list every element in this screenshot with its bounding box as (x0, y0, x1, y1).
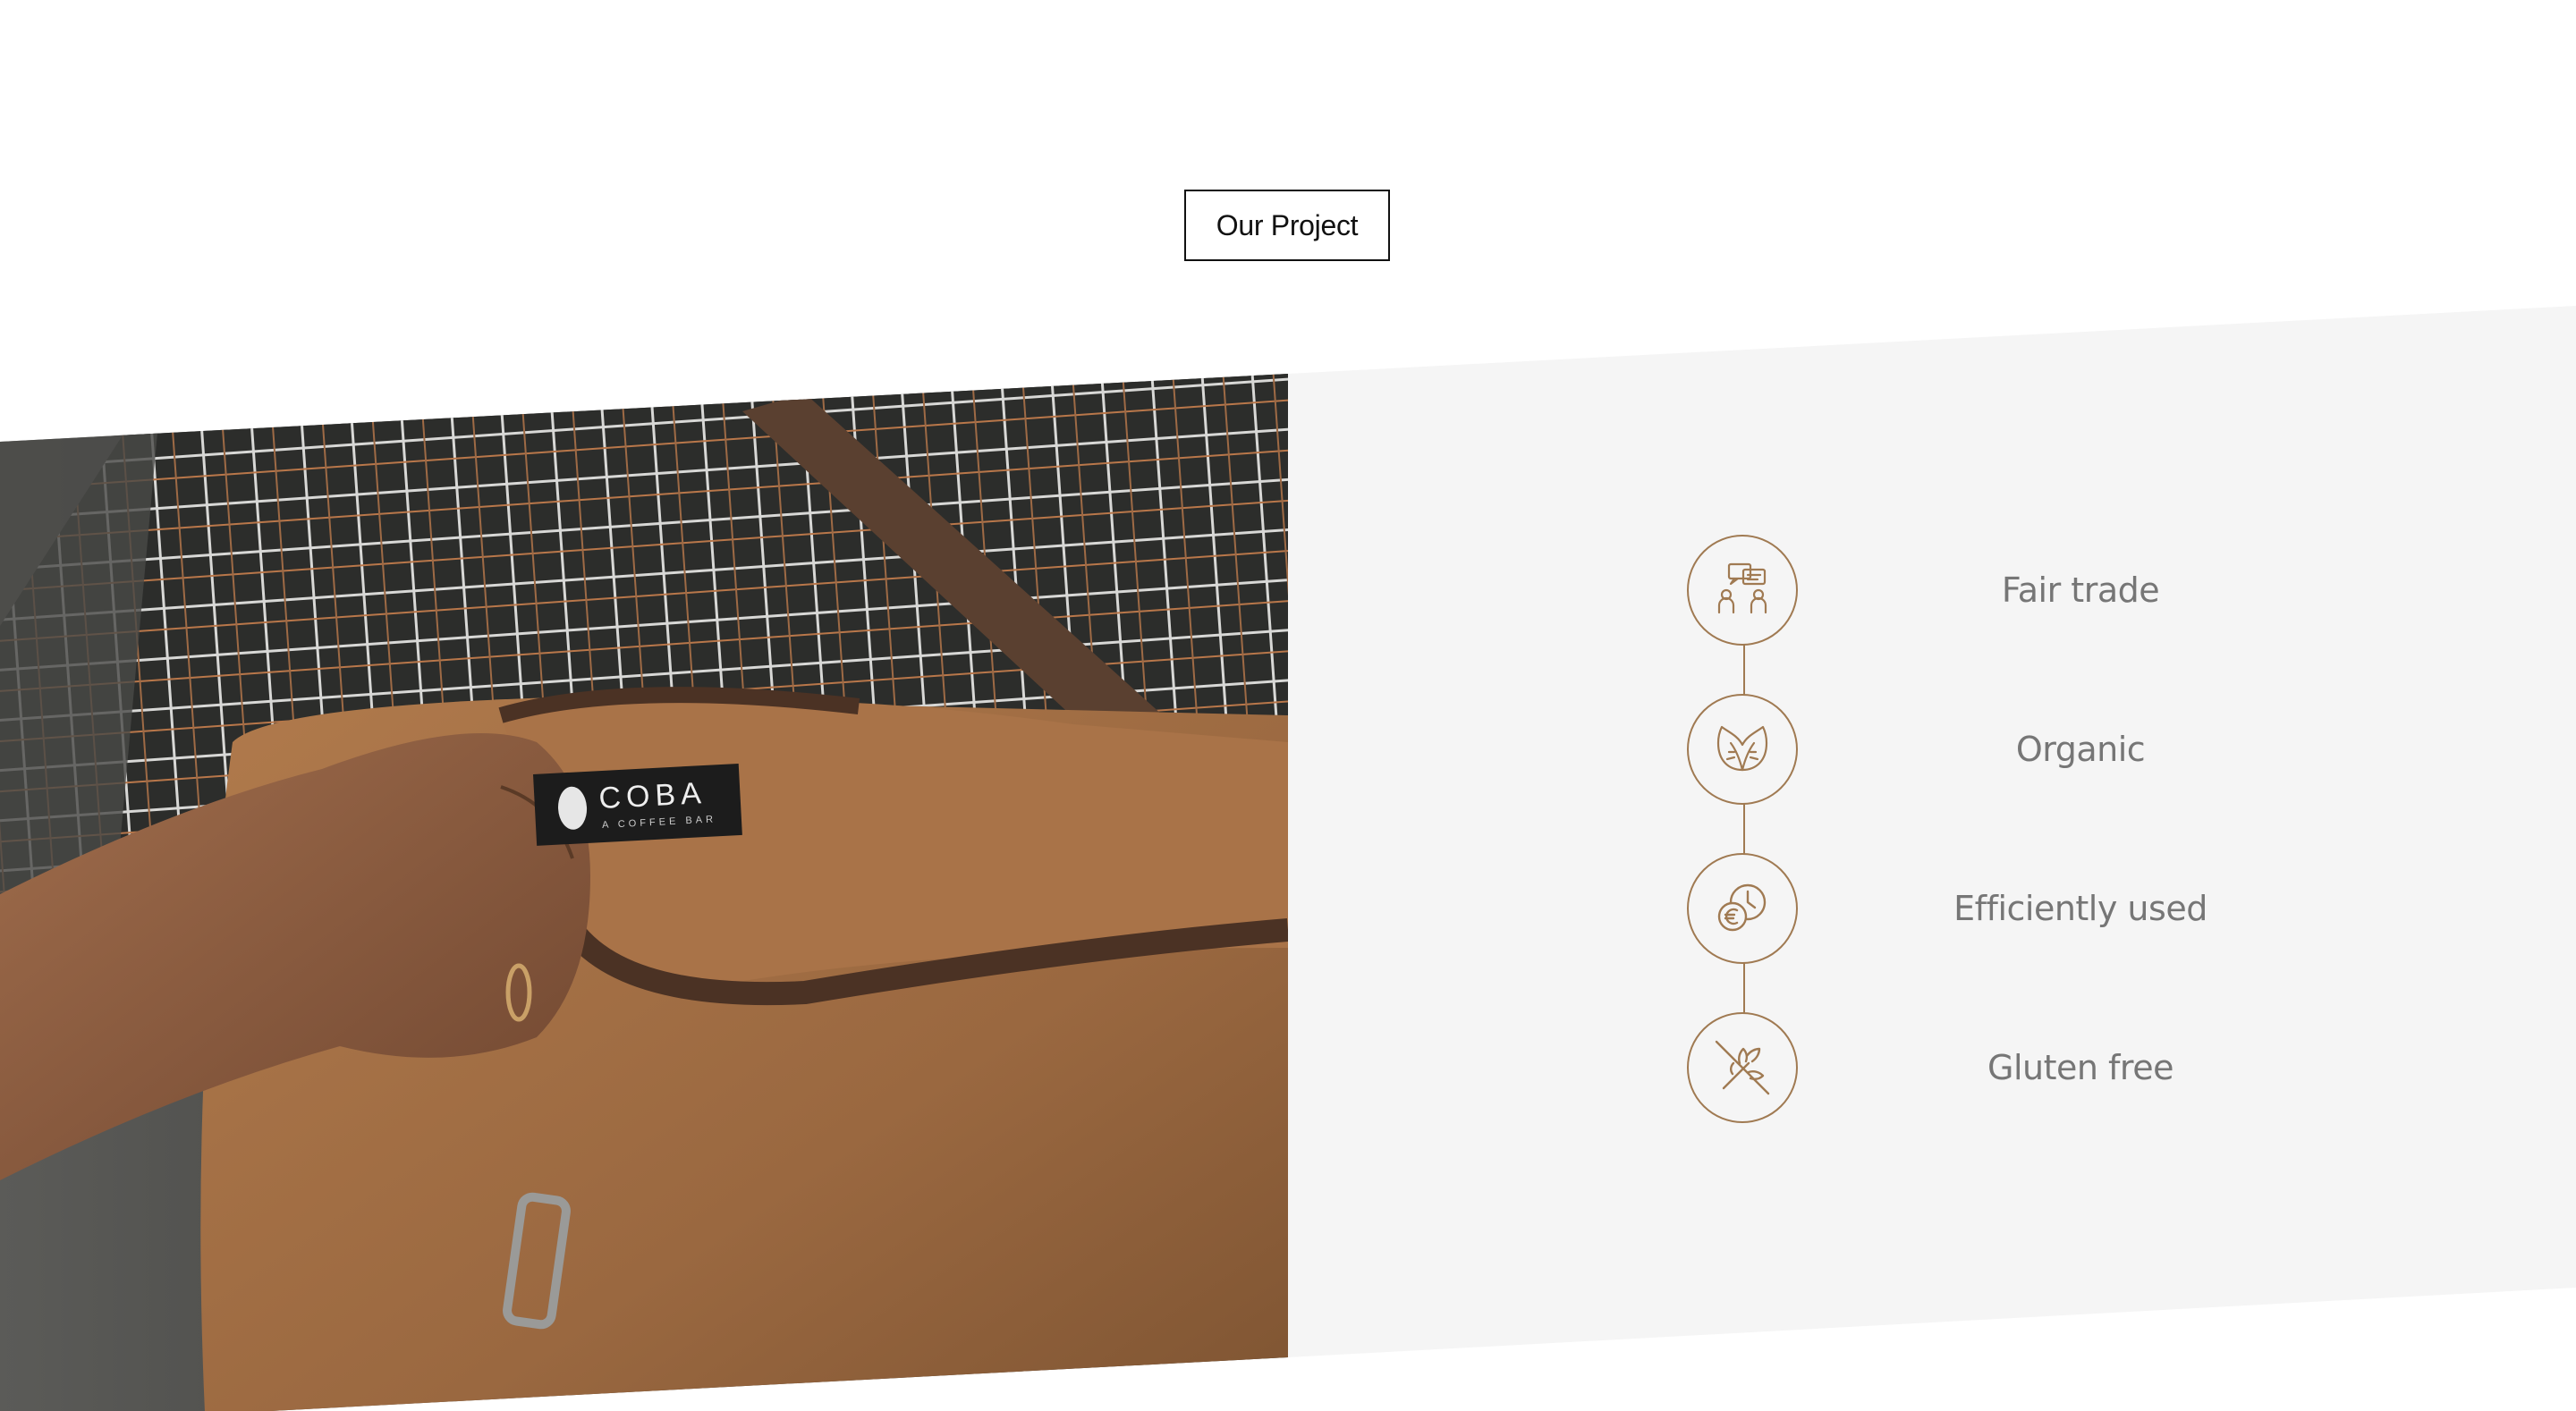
euro-clock-icon (1687, 853, 1798, 964)
feature-gluten-free: Gluten free (1687, 1012, 2313, 1127)
feature-efficiently-used: Efficiently used (1687, 853, 2313, 967)
our-project-button[interactable]: Our Project (1184, 190, 1390, 261)
feature-label: Efficiently used (1953, 889, 2207, 928)
features-list: Fair trade Organic Efficiently used Glut… (1687, 535, 2313, 1128)
leaf-icon (1687, 694, 1798, 805)
people-dialogue-icon (1687, 535, 1798, 646)
no-wheat-icon (1687, 1012, 1798, 1123)
feature-label: Gluten free (1987, 1048, 2174, 1087)
page: COBA A COFFEE BAR Our Project Fair trade… (0, 0, 2576, 1411)
feature-label: Fair trade (2001, 570, 2160, 610)
feature-organic: Organic (1687, 694, 2313, 808)
feature-fair-trade: Fair trade (1687, 535, 2313, 649)
feature-label: Organic (2015, 730, 2146, 769)
brand-name: COBA (598, 776, 708, 815)
